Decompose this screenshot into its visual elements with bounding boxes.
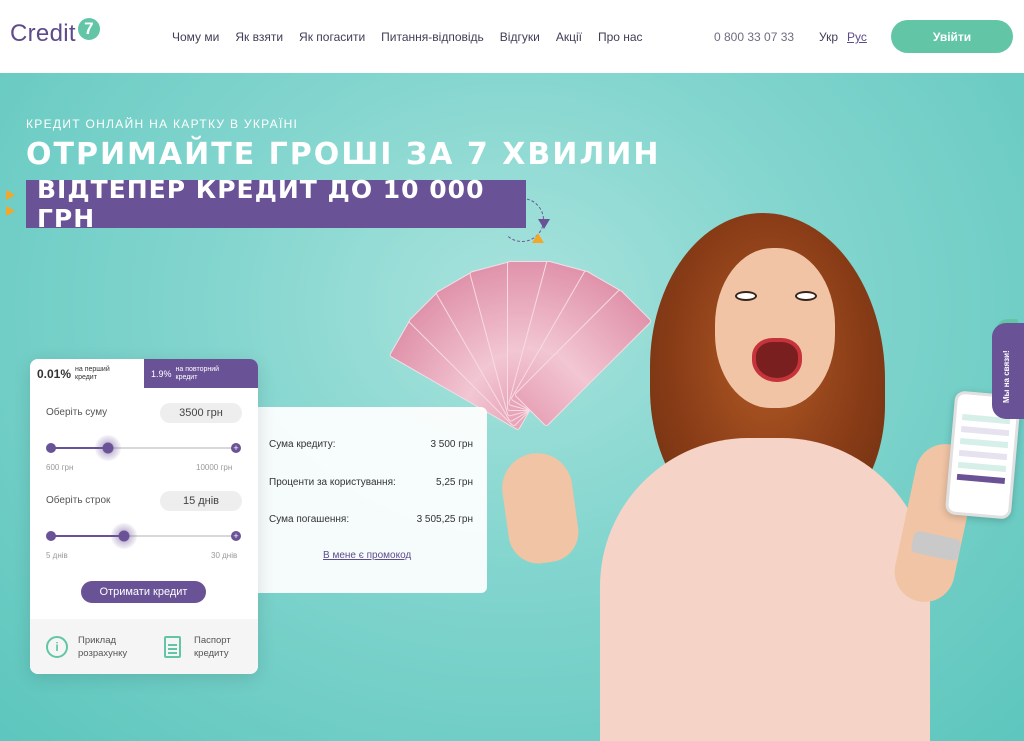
nav-item-how-to-get[interactable]: Як взяти [235, 30, 283, 44]
hero-banner: ВІДТЕПЕР КРЕДИТ ДО 10 000 ГРН [26, 175, 526, 233]
logo-text: Credit [10, 20, 76, 47]
example-calculation-link[interactable]: i Приклад розрахунку [46, 634, 127, 660]
summary-value: 3 500 грн [430, 439, 473, 450]
main-nav: Чому ми Як взяти Як погасити Питання-від… [172, 30, 659, 44]
nav-item-about[interactable]: Про нас [598, 30, 643, 44]
minus-icon[interactable] [46, 443, 56, 453]
hero-banner-text: ВІДТЕПЕР КРЕДИТ ДО 10 000 ГРН [37, 175, 485, 233]
amount-max: 10000 грн [196, 463, 233, 472]
eye-illustration [735, 291, 757, 301]
credit-passport-label: Паспорт кредиту [194, 635, 231, 659]
loan-calculator: 0.01% на перший кредит 1.9% на повторний к… [30, 359, 258, 674]
arrow-decoration-icon [6, 206, 15, 216]
nav-item-promotions[interactable]: Акції [556, 30, 582, 44]
triangle-decoration-icon [532, 233, 544, 243]
tab-first-label: на перший кредит [75, 365, 110, 381]
lang-ru[interactable]: Рус [847, 30, 867, 44]
info-icon: i [46, 636, 68, 658]
summary-row-total: Сума погашення: 3 505,25 грн [269, 514, 473, 525]
amount-slider[interactable] [50, 447, 236, 449]
login-button[interactable]: Увійти [891, 20, 1013, 53]
summary-label: Проценти за користування: [269, 477, 396, 488]
arrow-decoration-icon [6, 190, 15, 200]
summary-row-amount: Сума кредиту: 3 500 грн [269, 439, 473, 450]
tab-first-loan[interactable]: 0.01% на перший кредит [30, 359, 144, 388]
promo-code-link[interactable]: В мене є промокод [323, 550, 411, 561]
tab-repeat-loan[interactable]: 1.9% на повторний кредит [144, 359, 258, 388]
phone-number[interactable]: 0 800 33 07 33 [714, 30, 794, 44]
triangle-decoration-icon [538, 219, 550, 229]
summary-value: 3 505,25 грн [416, 514, 473, 525]
contact-side-tab-label: Мы на связи! [1002, 350, 1011, 403]
hero-subtitle: КРЕДИТ ОНЛАЙН НА КАРТКУ В УКРАЇНІ [26, 117, 299, 131]
amount-label: Оберіть суму [46, 407, 108, 418]
mouth-illustration [752, 338, 802, 382]
calculator-footer: i Приклад розрахунку Паспорт кредиту [30, 619, 258, 674]
term-value[interactable]: 15 днів [160, 491, 242, 511]
amount-value[interactable]: 3500 грн [160, 403, 242, 423]
contact-side-tab[interactable]: Мы на связи! [992, 323, 1024, 419]
term-min: 5 днів [46, 551, 68, 560]
logo[interactable]: Credit 7 [10, 18, 100, 48]
get-credit-button[interactable]: Отримати кредит [81, 581, 206, 603]
nav-item-why-us[interactable]: Чому ми [172, 30, 219, 44]
amount-slider-thumb[interactable] [94, 435, 121, 461]
term-label: Оберіть строк [46, 495, 111, 506]
eye-illustration [795, 291, 817, 301]
language-switcher: Укр Рус [819, 30, 867, 44]
term-slider[interactable] [50, 535, 236, 537]
credit-passport-link[interactable]: Паспорт кредиту [164, 634, 231, 660]
summary-label: Сума погашення: [269, 514, 350, 525]
plus-icon[interactable]: + [231, 443, 241, 453]
tab-repeat-label: на повторний кредит [175, 365, 220, 381]
summary-value: 5,25 грн [436, 477, 473, 488]
nav-item-reviews[interactable]: Відгуки [500, 30, 540, 44]
nav-item-how-to-repay[interactable]: Як погасити [299, 30, 365, 44]
document-icon [164, 636, 181, 658]
woman-face-illustration [715, 248, 835, 408]
tab-first-rate: 0.01% [37, 366, 72, 381]
summary-label: Сума кредиту: [269, 439, 336, 450]
tab-repeat-rate: 1.9% [151, 368, 172, 379]
minus-icon[interactable] [46, 531, 56, 541]
amount-min: 600 грн [46, 463, 74, 472]
logo-seven-icon: 7 [77, 18, 100, 40]
hero-title: ОТРИМАЙТЕ ГРОШІ ЗА 7 ХВИЛИН [26, 137, 661, 172]
term-max: 30 днів [211, 551, 238, 560]
site-header: Credit 7 Чому ми Як взяти Як погасити Пи… [0, 0, 1024, 73]
plus-icon[interactable]: + [231, 531, 241, 541]
term-slider-thumb[interactable] [111, 523, 138, 549]
rate-tabs: 0.01% на перший кредит 1.9% на повторний к… [30, 359, 258, 388]
nav-item-faq[interactable]: Питання-відповідь [381, 30, 484, 44]
lang-uk[interactable]: Укр [819, 30, 838, 44]
example-calculation-label: Приклад розрахунку [78, 635, 128, 659]
hero-section: КРЕДИТ ОНЛАЙН НА КАРТКУ В УКРАЇНІ ОТРИМА… [0, 73, 1024, 741]
summary-row-interest: Проценти за користування: 5,25 грн [269, 477, 473, 488]
loan-summary-card: Сума кредиту: 3 500 грн Проценти за кори… [258, 407, 487, 593]
